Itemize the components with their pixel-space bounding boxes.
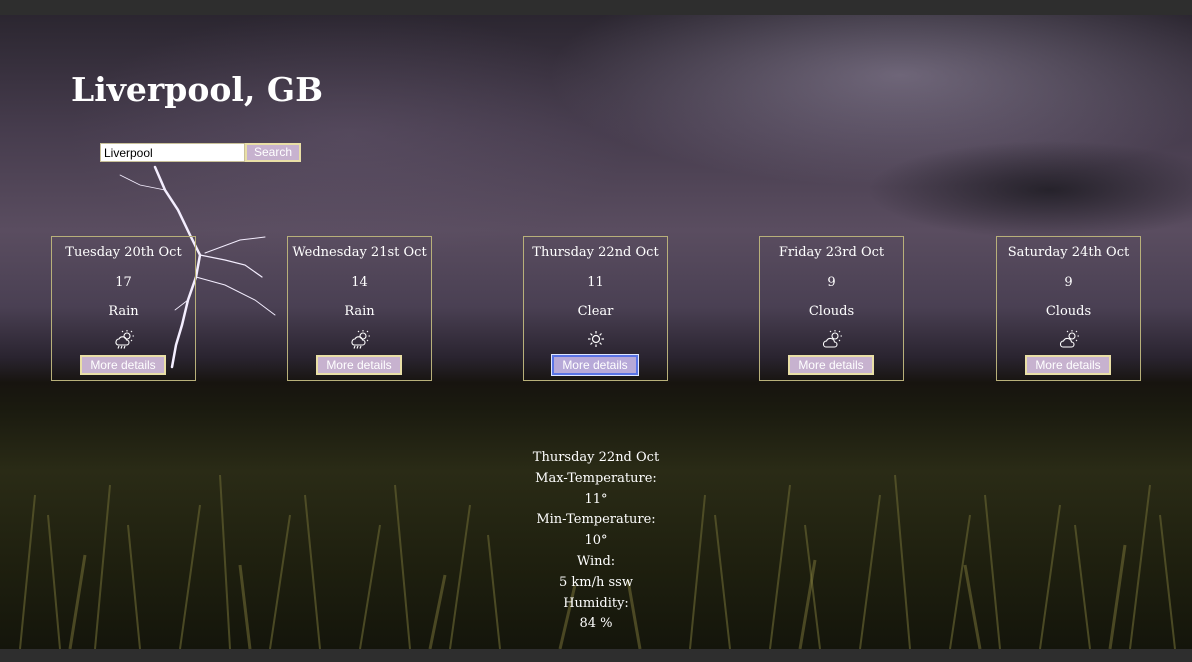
card-condition: Clouds bbox=[808, 304, 855, 319]
more-details-button[interactable]: More details bbox=[788, 355, 874, 375]
window-top-bar bbox=[0, 0, 1192, 15]
max-temperature-label: Max-Temperature: bbox=[535, 470, 657, 486]
humidity-label: Humidity: bbox=[563, 595, 629, 611]
window-bottom-bar bbox=[0, 649, 1192, 662]
min-temperature-value: 10° bbox=[584, 533, 608, 549]
card-condition: Rain bbox=[108, 304, 139, 319]
card-condition: Clouds bbox=[1045, 304, 1092, 319]
more-details-button[interactable]: More details bbox=[316, 355, 402, 375]
forecast-card: Tuesday 20th Oct 17 Rain More details bbox=[51, 236, 196, 381]
forecast-card: Saturday 24th Oct 9 Clouds More details bbox=[996, 236, 1141, 381]
max-temperature-value: 11° bbox=[584, 491, 608, 507]
search-input[interactable] bbox=[100, 143, 245, 162]
cloud-sun-icon bbox=[822, 330, 842, 348]
card-temperature: 9 bbox=[1064, 275, 1073, 290]
card-condition: Clear bbox=[577, 304, 614, 319]
details-date: Thursday 22nd Oct bbox=[532, 450, 660, 465]
forecast-card: Wednesday 21st Oct 14 Rain More details bbox=[287, 236, 432, 381]
more-details-button[interactable]: More details bbox=[80, 355, 166, 375]
card-date: Friday 23rd Oct bbox=[778, 245, 885, 260]
wind-label: Wind: bbox=[576, 553, 616, 569]
card-date: Saturday 24th Oct bbox=[1007, 245, 1130, 260]
card-temperature: 9 bbox=[827, 275, 836, 290]
cloud-sun-icon bbox=[1059, 330, 1079, 348]
card-temperature: 14 bbox=[351, 275, 368, 290]
more-details-button[interactable]: More details bbox=[1025, 355, 1111, 375]
details-panel: Thursday 22nd Oct Max-Temperature: 11° M… bbox=[496, 448, 696, 635]
city-title: Liverpool, GB bbox=[71, 70, 323, 109]
card-temperature: 11 bbox=[587, 275, 604, 290]
rain-sun-icon bbox=[351, 330, 370, 349]
rain-sun-icon bbox=[115, 330, 134, 349]
card-date: Thursday 22nd Oct bbox=[532, 245, 659, 260]
forecast-card: Thursday 22nd Oct 11 Clear More details bbox=[523, 236, 668, 381]
card-date: Wednesday 21st Oct bbox=[292, 245, 427, 260]
humidity-value: 84 % bbox=[579, 616, 613, 632]
more-details-button[interactable]: More details bbox=[551, 354, 639, 376]
card-temperature: 17 bbox=[115, 275, 132, 290]
sun-icon bbox=[588, 331, 604, 347]
search-button[interactable]: Search bbox=[245, 143, 301, 162]
min-temperature-label: Min-Temperature: bbox=[536, 512, 656, 528]
card-condition: Rain bbox=[344, 304, 375, 319]
forecast-card: Friday 23rd Oct 9 Clouds More details bbox=[759, 236, 904, 381]
wind-value: 5 km/h ssw bbox=[559, 574, 633, 590]
card-date: Tuesday 20th Oct bbox=[65, 245, 182, 260]
